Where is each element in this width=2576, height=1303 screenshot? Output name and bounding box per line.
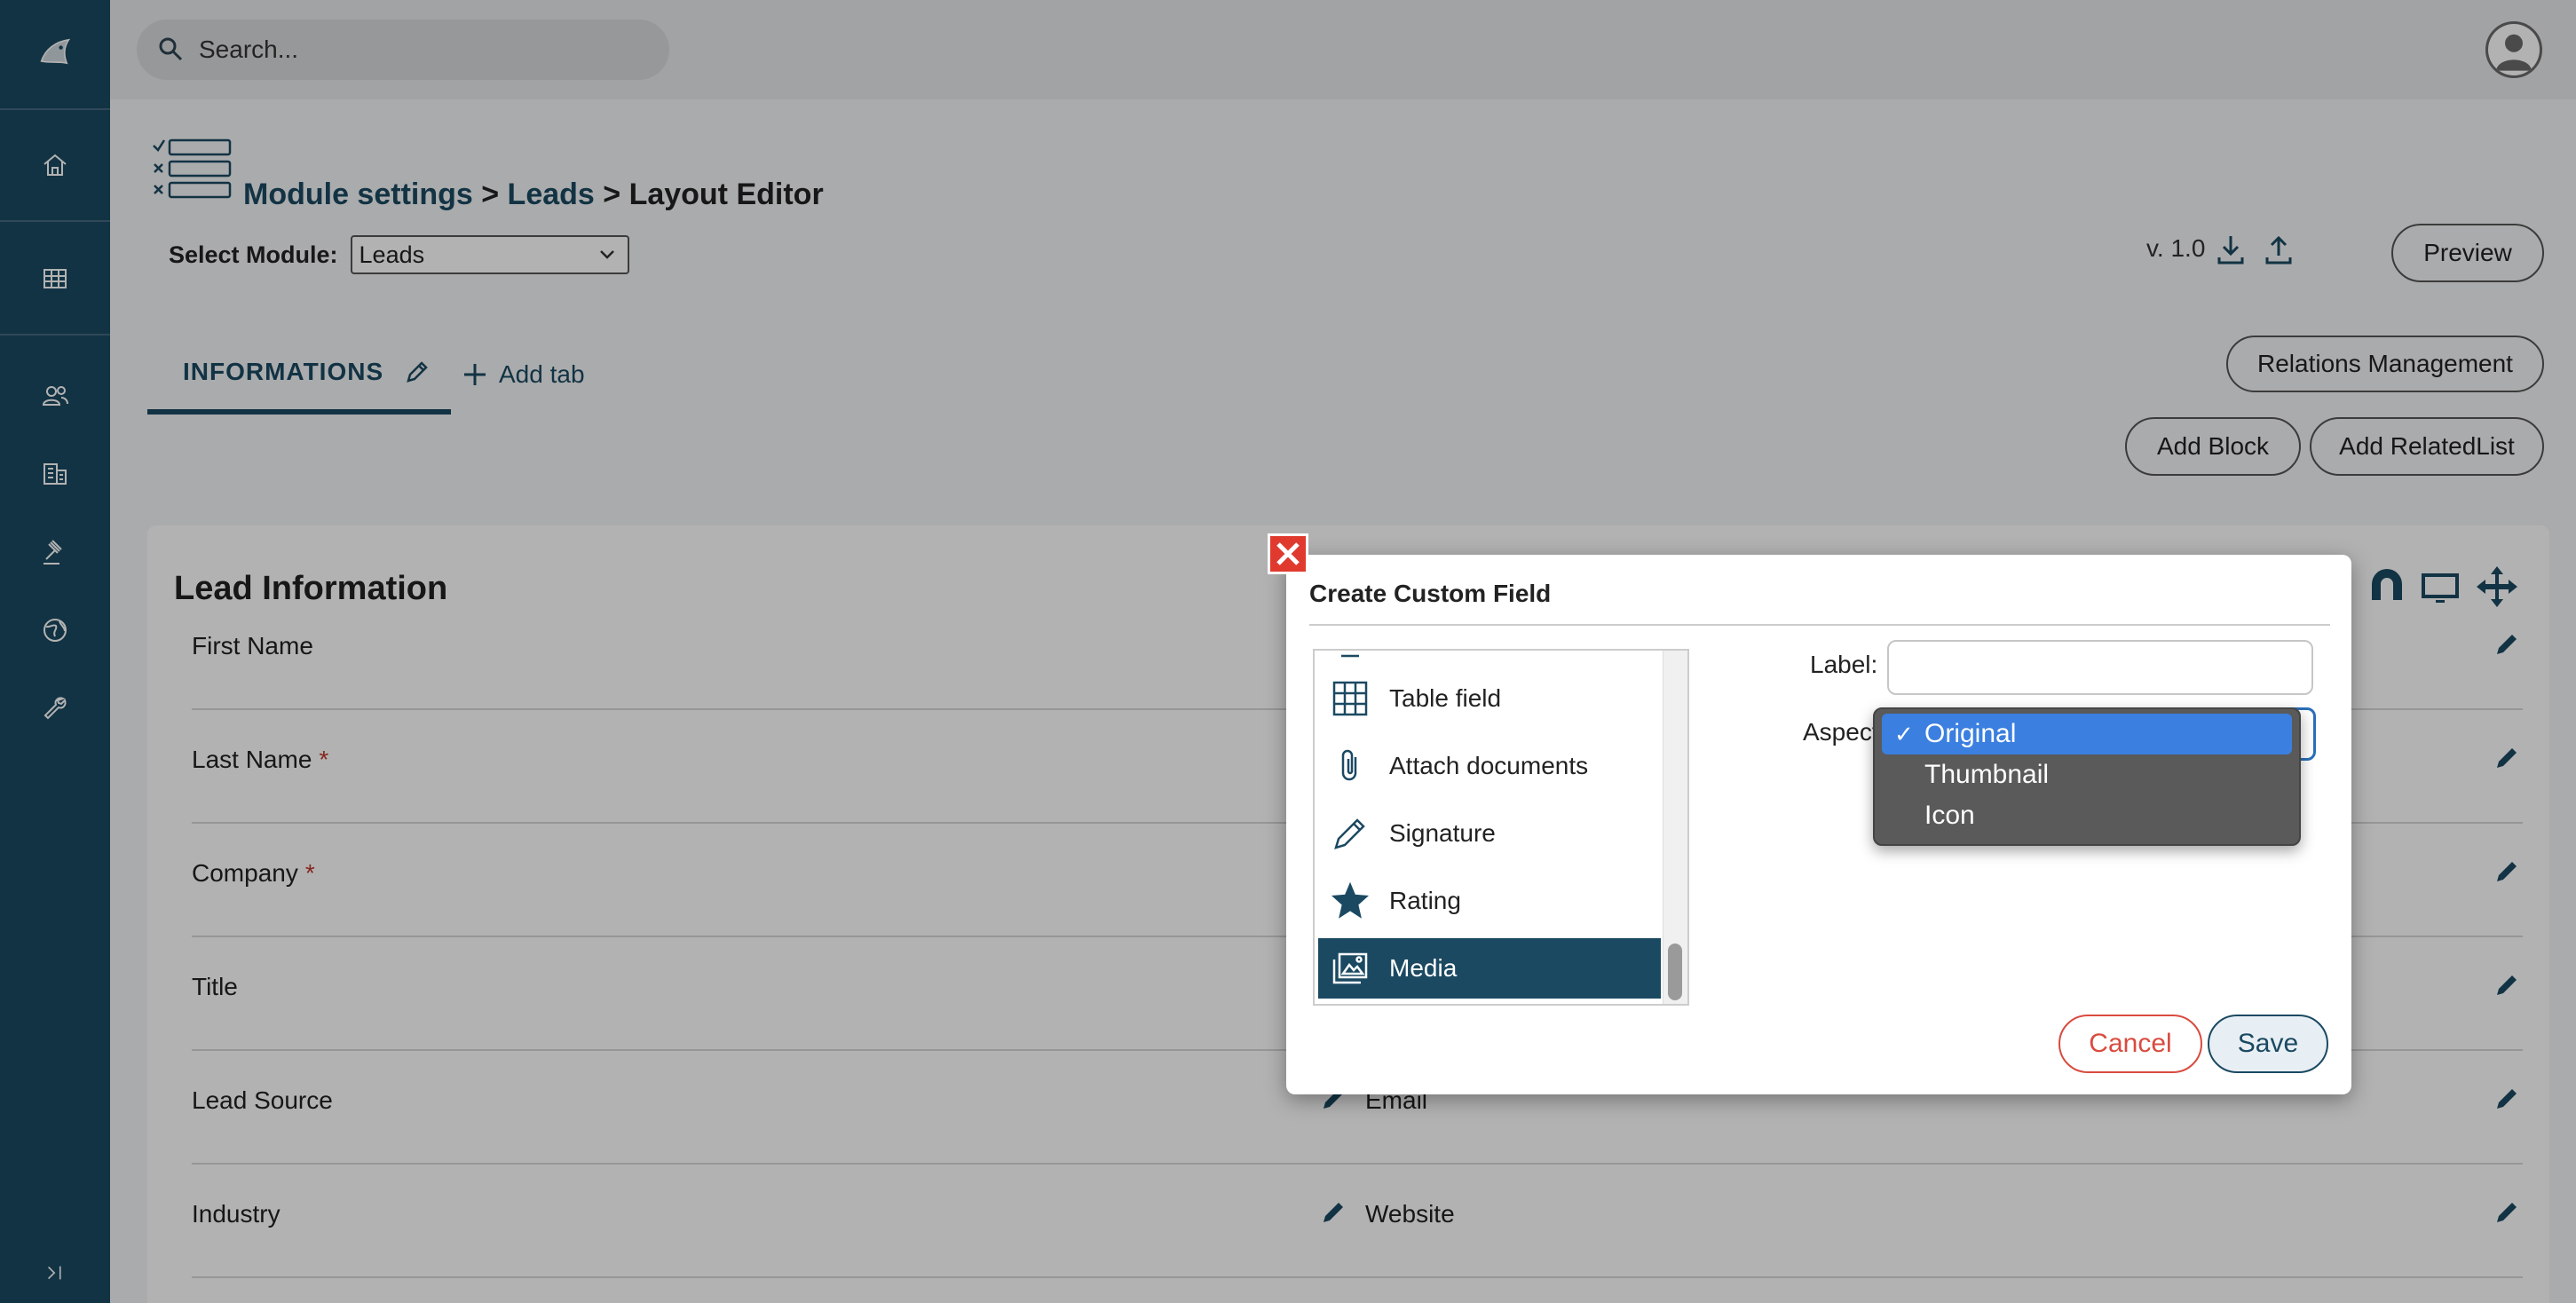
media-icon: [1332, 952, 1368, 984]
field-type-list[interactable]: Table field Attach documents Signature R…: [1313, 649, 1689, 1006]
paperclip-icon: [1341, 749, 1357, 781]
field-type-label: Media: [1389, 954, 1458, 982]
field-type-rating[interactable]: Rating: [1318, 871, 1661, 931]
field-type-label: Table field: [1389, 684, 1502, 712]
aspect-field-label: Aspect: [1803, 718, 1879, 746]
field-type-label: Signature: [1389, 819, 1496, 847]
partial-item-icon: [1341, 654, 1359, 658]
field-type-media[interactable]: Media: [1318, 938, 1661, 999]
field-type-signature[interactable]: Signature: [1318, 803, 1661, 864]
check-icon: ✓: [1894, 720, 1914, 747]
modal-divider: [1309, 624, 2330, 626]
table-icon: [1332, 681, 1368, 716]
pencil-icon: [1334, 818, 1365, 849]
save-button[interactable]: Save: [2208, 1015, 2328, 1073]
aspect-dropdown: ✓ Original Thumbnail Icon: [1873, 707, 2301, 846]
aspect-option-label: Thumbnail: [1924, 760, 2050, 789]
aspect-option-original[interactable]: ✓ Original: [1882, 714, 2292, 754]
field-type-label: Attach documents: [1389, 752, 1589, 779]
aspect-option-label: Icon: [1924, 801, 1975, 830]
aspect-option-icon[interactable]: Icon: [1882, 795, 2292, 836]
modal-title: Create Custom Field: [1309, 580, 1552, 607]
close-icon[interactable]: [1268, 533, 1308, 574]
cancel-button[interactable]: Cancel: [2058, 1015, 2202, 1073]
field-type-attach[interactable]: Attach documents: [1318, 736, 1661, 796]
label-field-label: Label:: [1810, 651, 1878, 678]
aspect-option-thumbnail[interactable]: Thumbnail: [1882, 754, 2292, 795]
scrollbar-thumb[interactable]: [1668, 944, 1682, 1000]
field-type-label: Rating: [1389, 887, 1461, 914]
aspect-option-label: Original: [1924, 719, 2017, 748]
label-input[interactable]: [1887, 640, 2313, 695]
list-item[interactable]: [1318, 651, 1661, 670]
star-icon: [1331, 881, 1370, 919]
field-type-table[interactable]: Table field: [1318, 668, 1661, 729]
